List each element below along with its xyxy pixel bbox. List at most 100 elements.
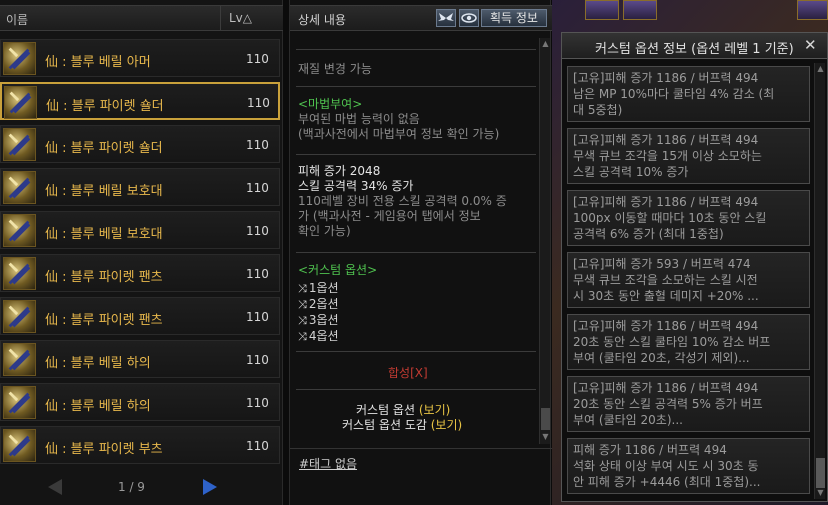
option-card-line: 무색 큐브 조각을 15개 이상 소모하는: [573, 149, 762, 163]
option-card-line: 20초 동안 스킬 공격력 5% 증가 버프: [573, 397, 763, 411]
detail-header: 상세 내용 획득 정보: [290, 5, 552, 31]
tag-area: #태그 없음: [290, 448, 552, 476]
custom-option-view-row: 커스텀 옵션 (보기): [356, 403, 450, 418]
item-level: 110: [247, 96, 270, 110]
detail-body: 재질 변경 가능 <마법부여> 부여된 마법 능력이 없음 (백과사전에서 마법…: [290, 33, 538, 446]
wings-icon[interactable]: [436, 9, 456, 27]
custom-option-view-link[interactable]: (보기): [419, 403, 450, 417]
option-card-line: 스킬 공격력 10% 증가: [573, 165, 689, 179]
column-level-header[interactable]: Lv△: [220, 6, 280, 30]
option-card-line: 남은 MP 10%마다 쿨타임 4% 감소 (최: [573, 87, 775, 101]
item-row[interactable]: 仙 : 블루 파이렛 숄더 110: [0, 82, 280, 120]
custom-option-view-label: 커스텀 옵션: [356, 403, 419, 417]
party-portrait: [797, 0, 828, 20]
custom-option-item[interactable]: ⤨ 4옵션: [298, 329, 339, 344]
option-card: [고유]피해 증가 593 / 버프력 474 무색 큐브 조각을 소모하는 스킬…: [567, 252, 810, 308]
equipment-icon: [3, 42, 36, 75]
item-name: 仙 : 블루 파이렛 팬츠: [45, 313, 163, 328]
fuse-status: 합성[X]: [388, 366, 428, 380]
divider: [296, 86, 536, 87]
detail-panel: 상세 내용 획득 정보 재질 변경 가능 <마법부여> 부여된 마법 능력이 없…: [289, 0, 552, 505]
option-card: [고유]피해 증가 1186 / 버프력 494 20초 동안 스킬 쿨타임 10…: [567, 314, 810, 370]
pagination: 1 / 9: [0, 475, 283, 501]
tag-link[interactable]: #태그 없음: [299, 455, 357, 472]
detail-title: 상세 내용: [298, 13, 346, 27]
divider: [296, 389, 536, 390]
option-card-line: [고유]피해 증가 1186 / 버프력 494: [573, 71, 759, 85]
item-level: 110: [246, 396, 269, 410]
scroll-thumb[interactable]: [816, 458, 825, 488]
item-level: 110: [246, 181, 269, 195]
item-row[interactable]: 仙 : 블루 베릴 하의 110: [0, 383, 280, 421]
item-name: 仙 : 블루 베릴 하의: [45, 356, 151, 371]
equipment-icon: [3, 429, 36, 462]
scroll-down-icon[interactable]: ▼: [541, 432, 550, 442]
item-list: 仙 : 블루 베릴 아머 110 仙 : 블루 파이렛 숄더 110 仙 : 블루 파이…: [0, 39, 283, 469]
custom-option-book-label: 커스텀 옵션 도감: [342, 418, 431, 432]
custom-option-label: 4옵션: [308, 329, 339, 343]
option-card-line: 시 30초 동안 출혈 데미지 +20% ...: [573, 289, 759, 303]
divider: [296, 49, 536, 50]
shuffle-icon: ⤨: [298, 298, 307, 311]
item-name: 仙 : 블루 베릴 보호대: [45, 184, 163, 199]
custom-option-item[interactable]: ⤨ 2옵션: [298, 297, 339, 312]
item-level: 110: [246, 267, 269, 281]
scroll-thumb[interactable]: [541, 408, 550, 430]
option-card-line: 20초 동안 스킬 쿨타임 10% 감소 버프: [573, 335, 771, 349]
item-name: 仙 : 블루 베릴 보호대: [45, 227, 163, 242]
item-row[interactable]: 仙 : 블루 파이렛 팬츠 110: [0, 297, 280, 335]
item-level: 110: [246, 138, 269, 152]
party-portrait: [623, 0, 657, 20]
option-card-line: [고유]피해 증가 593 / 버프력 474: [573, 257, 751, 271]
custom-option-item[interactable]: ⤨ 1옵션: [298, 281, 339, 296]
column-name-header[interactable]: 이름: [6, 11, 28, 28]
item-row[interactable]: 仙 : 블루 파이렛 팬츠 110: [0, 254, 280, 292]
item-level: 110: [246, 310, 269, 324]
item-row[interactable]: 仙 : 블루 베릴 하의 110: [0, 340, 280, 378]
note-line: 가 (백과사전 - 게임용어 탭에서 정보: [298, 209, 481, 223]
shuffle-icon: ⤨: [298, 282, 307, 295]
item-row[interactable]: 仙 : 블루 베릴 보호대 110: [0, 168, 280, 206]
note-line: 110레벨 장비 전용 스킬 공격력 0.0% 증: [298, 194, 507, 208]
option-card-line: 석화 상태 이상 부여 시도 시 30초 동: [573, 459, 759, 473]
equipment-icon: [3, 171, 36, 204]
item-row[interactable]: 仙 : 블루 베릴 보호대 110: [0, 211, 280, 249]
item-row[interactable]: 仙 : 블루 파이렛 부츠 110: [0, 426, 280, 464]
item-name: 仙 : 블루 파이렛 팬츠: [45, 270, 163, 285]
prev-page-button[interactable]: [48, 479, 62, 495]
option-card-line: 100px 이동할 때마다 10초 동안 스킬: [573, 211, 767, 225]
next-page-button[interactable]: [203, 479, 217, 495]
item-row[interactable]: 仙 : 블루 베릴 아머 110: [0, 39, 280, 77]
custom-option-label: 3옵션: [308, 313, 339, 327]
item-name: 仙 : 블루 베릴 하의: [45, 399, 151, 414]
custom-option-item[interactable]: ⤨ 3옵션: [298, 313, 339, 328]
acquire-info-button[interactable]: 획득 정보: [481, 9, 547, 27]
scroll-up-icon[interactable]: ▲: [816, 64, 825, 74]
detail-scrollbar[interactable]: ▲ ▼: [539, 38, 550, 444]
option-card-line: 무색 큐브 조각을 소모하는 스킬 시전: [573, 273, 758, 287]
item-row[interactable]: 仙 : 블루 파이렛 숄더 110: [0, 125, 280, 163]
eye-icon[interactable]: [459, 9, 479, 27]
scroll-down-icon[interactable]: ▼: [816, 488, 825, 498]
option-card: [고유]피해 증가 1186 / 버프력 494 남은 MP 10%마다 쿨타임 …: [567, 66, 810, 122]
popup-scrollbar[interactable]: ▲ ▼: [814, 63, 825, 499]
custom-option-label: 1옵션: [308, 281, 339, 295]
option-card-line: 대 5중첩): [573, 103, 623, 117]
skill-stat: 스킬 공격력 34% 증가: [298, 179, 414, 193]
option-card-line: 부여 (쿨타임 20초, 각성기 제외)...: [573, 351, 750, 365]
equipment-icon: [3, 128, 36, 161]
custom-option-label: 2옵션: [308, 297, 339, 311]
page-indicator: 1 / 9: [118, 480, 145, 494]
magic-header: <마법부여>: [298, 97, 363, 111]
item-name: 仙 : 블루 파이렛 숄더: [46, 99, 164, 114]
option-card-line: [고유]피해 증가 1186 / 버프력 494: [573, 195, 759, 209]
close-icon[interactable]: ✕: [804, 36, 817, 54]
equipment-icon: [4, 86, 37, 119]
shuffle-icon: ⤨: [298, 330, 307, 343]
scroll-up-icon[interactable]: ▲: [541, 39, 550, 49]
note-line: 확인 가능): [298, 224, 351, 238]
item-level: 110: [246, 52, 269, 66]
custom-option-book-row: 커스텀 옵션 도감 (보기): [342, 418, 462, 433]
shuffle-icon: ⤨: [298, 314, 307, 327]
custom-option-book-link[interactable]: (보기): [431, 418, 462, 432]
